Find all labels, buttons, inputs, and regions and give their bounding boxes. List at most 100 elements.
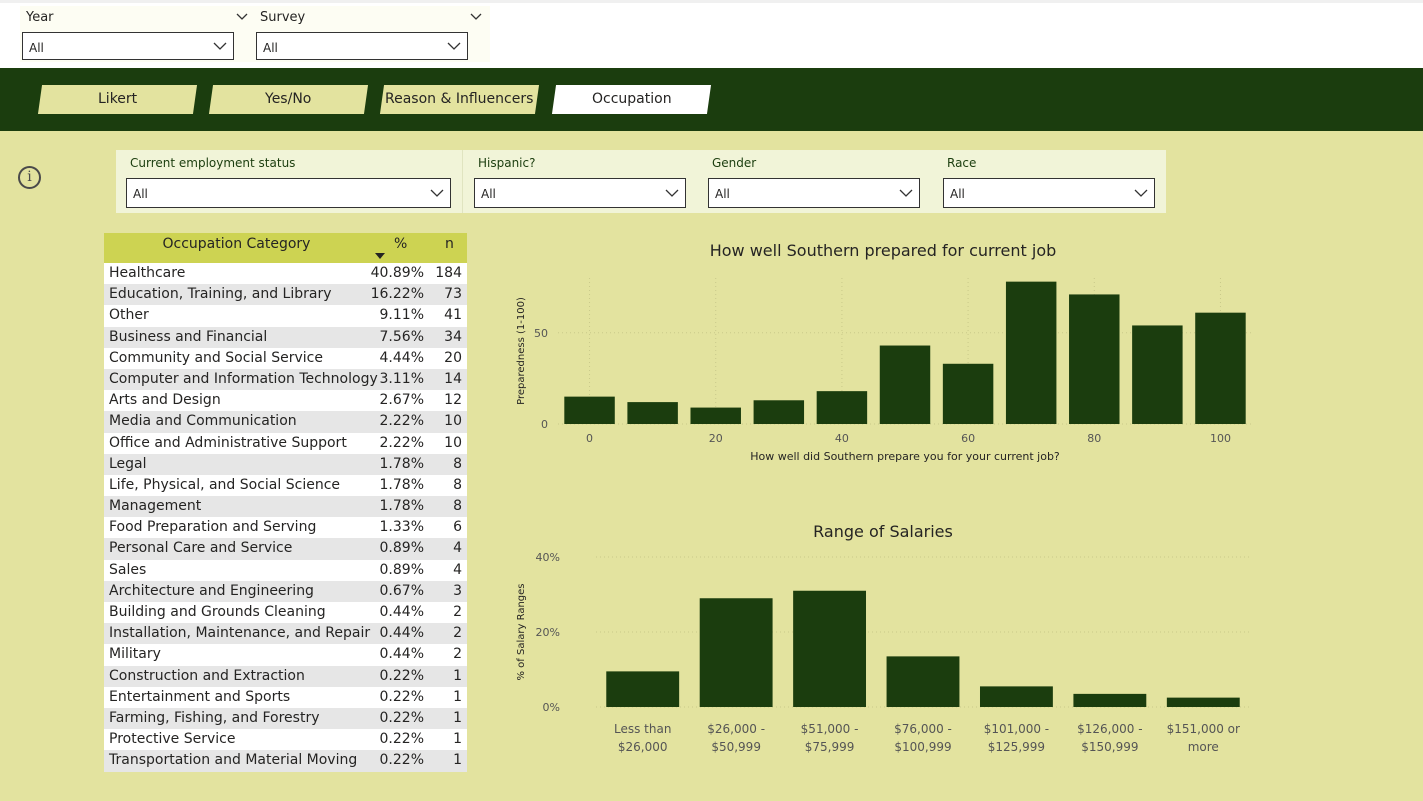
table-row[interactable]: Transportation and Material Moving 0.22% 1 xyxy=(104,750,467,772)
y-tick-label: 50 xyxy=(534,327,548,340)
tab-likert-label: Likert xyxy=(97,91,138,107)
x-tick-label: 100 xyxy=(1210,432,1231,445)
survey-slicer[interactable]: Survey All xyxy=(254,6,490,62)
tab-yes-no[interactable]: Yes/No xyxy=(208,85,369,114)
cell-pct: 4.44% xyxy=(379,349,424,366)
cell-category: Military xyxy=(109,646,161,663)
x-tick-label: $101,000 - xyxy=(984,722,1049,736)
cell-n: 8 xyxy=(453,476,462,493)
table-row[interactable]: Construction and Extraction 0.22% 1 xyxy=(104,665,467,687)
table-row[interactable]: Legal 1.78% 8 xyxy=(104,453,467,475)
cell-pct: 0.22% xyxy=(379,731,424,748)
table-row[interactable]: Protective Service 0.22% 1 xyxy=(104,729,467,751)
cell-pct: 0.22% xyxy=(379,709,424,726)
table-row[interactable]: Management 1.78% 8 xyxy=(104,496,467,518)
cell-pct: 40.89% xyxy=(370,265,424,281)
table-row[interactable]: Entertainment and Sports 0.22% 1 xyxy=(104,686,467,708)
cell-pct: 1.33% xyxy=(379,519,424,536)
cell-category: Building and Grounds Cleaning xyxy=(109,604,326,620)
cell-pct: 1.78% xyxy=(379,476,424,493)
year-dropdown[interactable]: All xyxy=(22,32,234,60)
y-tick-label: 0% xyxy=(543,701,560,714)
survey-collapse-chevron-icon[interactable] xyxy=(470,10,482,22)
info-icon[interactable]: i xyxy=(18,166,41,189)
table-body: Healthcare 40.89% 184 Education, Training, … xyxy=(104,263,467,772)
survey-dropdown[interactable]: All xyxy=(256,32,468,60)
chevron-down-icon xyxy=(899,189,913,197)
cell-pct: 1.78% xyxy=(379,455,424,472)
table-row[interactable]: Military 0.44% 2 xyxy=(104,644,467,666)
year-collapse-chevron-icon[interactable] xyxy=(236,10,248,22)
tab-occupation-label: Occupation xyxy=(591,91,672,107)
cell-pct: 0.22% xyxy=(379,752,424,769)
x-tick-label: 40 xyxy=(835,432,849,445)
table-row[interactable]: Computer and Information Technology 3.11%… xyxy=(104,368,467,391)
cell-pct: 0.22% xyxy=(379,688,424,705)
bar xyxy=(606,671,680,707)
race-label: Race xyxy=(947,156,977,170)
cell-category: Media and Communication xyxy=(109,413,297,430)
table-row[interactable]: Installation, Maintenance, and Repair 0.4… xyxy=(104,623,467,645)
table-row[interactable]: Education, Training, and Library 16.22% 73 xyxy=(104,284,467,306)
x-tick-label: $26,000 - xyxy=(707,722,765,736)
cell-n: 4 xyxy=(453,561,462,578)
sort-descending-icon[interactable] xyxy=(375,253,385,259)
employment-status-filter[interactable]: Current employment status All xyxy=(116,150,462,213)
table-row[interactable]: Office and Administrative Support 2.22% 10 xyxy=(104,432,467,454)
cell-category: Legal xyxy=(109,455,147,472)
x-tick-label: $75,999 xyxy=(805,740,855,754)
x-tick-label: $100,999 xyxy=(894,740,951,754)
cell-pct: 3.11% xyxy=(379,370,424,387)
column-header-n[interactable]: n xyxy=(445,236,454,252)
race-filter[interactable]: Race All xyxy=(933,150,1166,213)
table-row[interactable]: Other 9.11% 41 xyxy=(104,305,467,327)
year-slicer[interactable]: Year All xyxy=(20,6,256,62)
table-row[interactable]: Community and Social Service 4.44% 20 xyxy=(104,347,467,369)
hispanic-dropdown[interactable]: All xyxy=(474,178,686,208)
tab-reason-influencers-label: Reason & Influencers xyxy=(385,91,534,107)
cell-category: Healthcare xyxy=(109,265,186,281)
table-row[interactable]: Media and Communication 2.22% 10 xyxy=(104,411,467,433)
cell-category: Sales xyxy=(109,561,147,578)
table-row[interactable]: Food Preparation and Serving 1.33% 6 xyxy=(104,517,467,539)
table-row[interactable]: Architecture and Engineering 0.67% 3 xyxy=(104,580,467,602)
bar xyxy=(1073,693,1147,707)
cell-pct: 16.22% xyxy=(370,286,424,303)
table-row[interactable]: Personal Care and Service 0.89% 4 xyxy=(104,538,467,560)
tab-likert[interactable]: Likert xyxy=(37,85,198,114)
cell-n: 73 xyxy=(444,286,462,303)
cell-category: Office and Administrative Support xyxy=(109,434,347,451)
x-tick-label: $51,000 - xyxy=(801,722,859,736)
race-dropdown[interactable]: All xyxy=(943,178,1155,208)
table-row[interactable]: Arts and Design 2.67% 12 xyxy=(104,390,467,412)
cell-pct: 0.89% xyxy=(379,561,424,578)
table-row[interactable]: Building and Grounds Cleaning 0.44% 2 xyxy=(104,602,467,624)
x-tick-label: $76,000 - xyxy=(894,722,952,736)
table-row[interactable]: Sales 0.89% 4 xyxy=(104,559,467,581)
tab-reason-influencers[interactable]: Reason & Influencers xyxy=(379,85,540,114)
table-row[interactable]: Healthcare 40.89% 184 xyxy=(104,263,467,285)
tab-occupation[interactable]: Occupation xyxy=(551,85,712,114)
cell-n: 184 xyxy=(435,265,462,281)
x-tick-label: 20 xyxy=(709,432,723,445)
chart-preparedness-title: How well Southern prepared for current j… xyxy=(709,241,1057,260)
cell-n: 1 xyxy=(453,667,462,684)
table-row[interactable]: Life, Physical, and Social Science 1.78% 8 xyxy=(104,474,467,497)
cell-category: Farming, Fishing, and Forestry xyxy=(109,709,320,726)
column-header-occupation-category[interactable]: Occupation Category xyxy=(104,236,369,252)
x-tick-label: $150,999 xyxy=(1081,740,1138,754)
tab-yes-no-label: Yes/No xyxy=(265,91,312,107)
cell-category: Transportation and Material Moving xyxy=(109,752,358,769)
gender-filter[interactable]: Gender All xyxy=(698,150,932,213)
table-header: Occupation Category % n xyxy=(104,233,467,263)
employment-status-dropdown[interactable]: All xyxy=(126,178,451,208)
table-row[interactable]: Farming, Fishing, and Forestry 0.22% 1 xyxy=(104,707,467,730)
gender-dropdown[interactable]: All xyxy=(708,178,920,208)
table-row[interactable]: Business and Financial 7.56% 34 xyxy=(104,326,467,348)
bar xyxy=(699,598,773,707)
survey-dropdown-value: All xyxy=(263,41,278,55)
bar xyxy=(979,686,1053,707)
bar xyxy=(793,590,867,707)
column-header-percent[interactable]: % xyxy=(394,236,407,252)
hispanic-filter[interactable]: Hispanic? All xyxy=(464,150,698,213)
